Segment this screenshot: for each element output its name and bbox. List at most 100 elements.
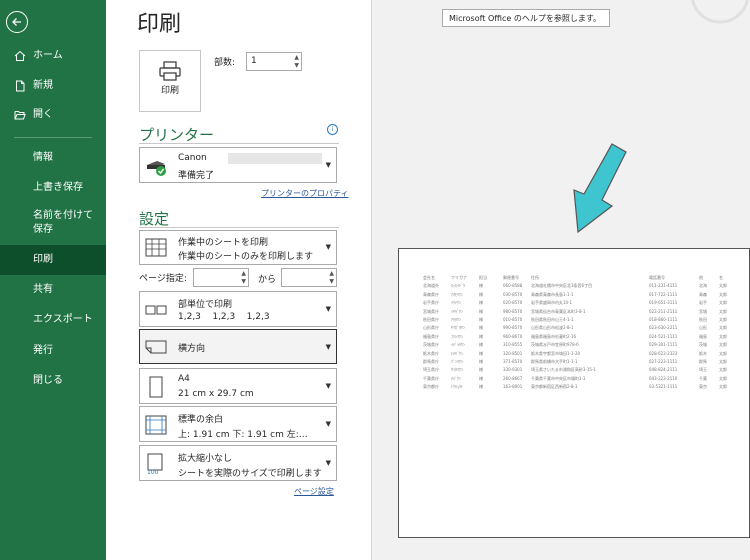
collate-desc: 1,2,3 1,2,3 1,2,3	[178, 312, 270, 322]
preview-cell: 様	[479, 283, 483, 289]
nav-open-label: 開く	[33, 109, 53, 120]
preview-cell: 千葉県千葉市中央区市場町1-1	[531, 375, 586, 381]
preview-cell: 様	[479, 317, 483, 322]
printer-properties-link[interactable]: プリンターのプロパティ	[261, 188, 349, 199]
orientation-dropdown[interactable]: 横方向 ▼	[139, 329, 337, 364]
spin-up-icon[interactable]: ▲	[294, 55, 299, 61]
landscape-page-icon	[145, 340, 167, 354]
preview-cell: 様	[479, 375, 483, 381]
copies-stepper[interactable]: 1 ▲ ▼	[246, 52, 302, 71]
folder-open-icon	[14, 111, 26, 120]
preview-cell: 青森県青森市長島1-1-1	[531, 291, 574, 297]
preview-cell: 様	[479, 308, 483, 314]
print-scope-desc: 作業中のシートのみを印刷します	[178, 252, 314, 262]
nav-home[interactable]: ホーム	[0, 41, 106, 71]
chevron-down-icon: ▼	[325, 420, 331, 428]
page-setup-link[interactable]: ページ設定	[294, 486, 334, 497]
nav-print[interactable]: 印刷	[0, 245, 106, 275]
page-from-input[interactable]: ▲ ▼	[193, 268, 249, 287]
paper-size-dropdown[interactable]: A4 21 cm x 29.7 cm ▼	[139, 368, 337, 404]
page-range-to-label: から	[258, 275, 277, 285]
preview-row: 群馬県庁 ｸﾞﾝﾏｹﾝ 様 371-8570 群馬県前橋市大手町1-1-1 027-223…	[423, 359, 727, 366]
preview-row: 宮城県庁 ﾐﾔｷﾞｹﾝ 様 980-8570 宮城県仙台市青葉区本町3-8-1 022-2…	[423, 308, 727, 316]
preview-cell: 260-8667	[503, 375, 523, 381]
page-to-input[interactable]: ▲ ▼	[281, 268, 337, 287]
page-title: 印刷	[137, 12, 182, 37]
preview-cell: 福島県庁	[423, 333, 439, 339]
preview-cell: 宮城県庁	[423, 308, 439, 314]
preview-row: 岩手県庁 ｲﾜﾃｹﾝ 様 020-8570 岩手県盛岡市内丸10-1 019-651-31…	[423, 300, 727, 307]
paper-size-title: A4	[178, 374, 190, 384]
preview-cell: 960-8670	[503, 333, 523, 339]
preview-cell: 宮城県仙台市青葉区本町3-8-1	[531, 308, 586, 314]
preview-cell: 017-722-1111	[649, 291, 678, 297]
preview-cell: 029-301-1111	[649, 342, 678, 348]
paper-size-desc: 21 cm x 29.7 cm	[178, 389, 254, 399]
back-button[interactable]	[6, 11, 28, 33]
preview-cell: ｲﾊﾞﾗｷｹﾝ	[451, 342, 465, 348]
preview-cell: 043-223-2110	[649, 375, 678, 381]
spin-down-icon[interactable]: ▼	[294, 63, 299, 69]
nav-print-label: 印刷	[33, 254, 53, 265]
margins-dropdown[interactable]: 標準の余白 上: 1.91 cm 下: 1.91 cm 左:… ▼	[139, 406, 337, 442]
print-scope-dropdown[interactable]: 作業中のシートを印刷 作業中のシートのみを印刷します ▼	[139, 230, 337, 265]
preview-cell: ﾁﾊﾞｹﾝ	[451, 375, 461, 381]
info-icon[interactable]: i	[327, 124, 338, 135]
preview-cell: 太郎	[719, 308, 727, 314]
preview-cell: 電話番号	[649, 275, 665, 280]
preview-cell: 様	[479, 342, 483, 348]
nav-open[interactable]: 開く	[0, 100, 106, 130]
page-size-icon	[149, 376, 163, 398]
nav-save[interactable]: 上書き保存	[0, 173, 106, 203]
preview-cell: 担当	[479, 275, 487, 280]
printer-section-title: プリンター	[139, 126, 215, 144]
nav-new[interactable]: 新規	[0, 71, 106, 101]
preview-cell: 東京	[699, 384, 707, 390]
nav-save-as-label: 名前を付けて保存	[33, 210, 93, 235]
nav-info[interactable]: 情報	[0, 143, 106, 173]
preview-cell: 太郎	[719, 375, 727, 381]
nav-export[interactable]: エクスポート	[0, 305, 106, 335]
print-button[interactable]: 印刷	[139, 50, 201, 112]
preview-cell: 群馬県前橋市大手町1-1-1	[531, 359, 578, 364]
preview-row: 千葉県庁 ﾁﾊﾞｹﾝ 様 260-8667 千葉県千葉市中央区市場町1-1 043-223…	[423, 375, 727, 383]
collate-icon	[145, 305, 167, 315]
preview-cell: 048-824-2111	[649, 367, 678, 373]
print-button-label: 印刷	[160, 86, 179, 96]
nav-share[interactable]: 共有	[0, 275, 106, 305]
preview-cell: 会社名	[423, 275, 435, 280]
preview-cell: 様	[479, 291, 483, 297]
preview-cell: 栃木県宇都宮市塙田1-1-20	[531, 350, 581, 356]
help-tooltip: Microsoft Office のヘルプを参照します。	[442, 9, 610, 27]
settings-rule	[139, 227, 339, 228]
preview-cell: 310-8555	[503, 342, 523, 348]
scaling-dropdown[interactable]: 100 拡大縮小なし シートを実際のサイズで印刷します ▼	[139, 445, 337, 481]
preview-cell: 様	[479, 384, 483, 390]
preview-cell: 岩手	[699, 300, 707, 306]
preview-cell: 太郎	[719, 367, 727, 373]
preview-row: 東京都庁 ﾄｳｷｮｳﾄ 様 163-8001 東京都新宿区西新宿2-8-1 03-5321…	[423, 384, 727, 391]
nav-save-as[interactable]: 名前を付けて保存	[0, 203, 106, 243]
scaling-title: 拡大縮小なし	[178, 454, 233, 464]
preview-cell: 福島	[699, 333, 707, 339]
preview-cell: 秋田	[699, 317, 707, 322]
preview-cell: 太郎	[719, 333, 727, 339]
nav-publish[interactable]: 発行	[0, 336, 106, 366]
nav-close[interactable]: 閉じる	[0, 366, 106, 396]
preview-cell: 宮城	[699, 308, 707, 314]
chevron-down-icon: ▼	[325, 243, 331, 251]
preview-cell: 北海道札幌市中央区北3条西6丁目	[531, 283, 593, 289]
collate-dropdown[interactable]: 部単位で印刷 1,2,3 1,2,3 1,2,3 ▼	[139, 291, 337, 327]
preview-row: 茨城県庁 ｲﾊﾞﾗｷｹﾝ 様 310-8555 茨城県水戸市笠原町978-6 029-30…	[423, 342, 727, 349]
printer-dropdown[interactable]: Canon 準備完了 ▼	[139, 147, 337, 183]
preview-cell: 020-8570	[503, 300, 523, 306]
preview-cell: 371-8570	[503, 359, 523, 364]
preview-cell: 太郎	[719, 317, 727, 322]
preview-cell: 様	[479, 350, 483, 356]
chevron-down-icon: ▼	[325, 161, 331, 169]
preview-cell: ｱｷﾀｹﾝ	[451, 317, 461, 322]
printer-icon	[159, 61, 181, 81]
scale-100-icon: 100	[147, 453, 163, 475]
preview-row: 山形県庁 ﾔﾏｶﾞﾀｹﾝ 様 990-8570 山形県山形市松波2-8-1 023-630…	[423, 325, 727, 332]
chevron-down-icon: ▼	[325, 343, 331, 351]
